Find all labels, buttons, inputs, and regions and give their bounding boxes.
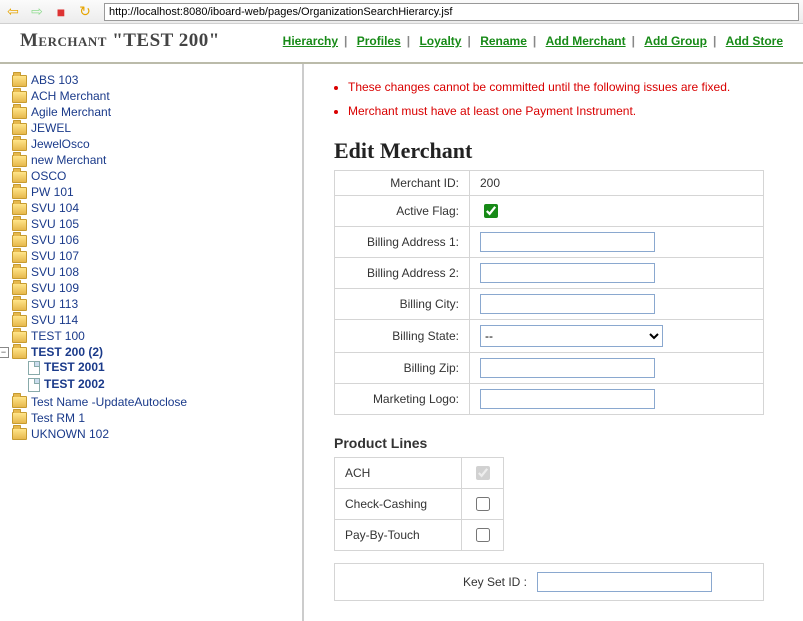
- billing-state-label: Billing State:: [335, 320, 470, 353]
- folder-icon: [12, 75, 27, 87]
- marketing-logo-label: Marketing Logo:: [335, 384, 470, 415]
- folder-icon: [12, 396, 27, 408]
- billing-addr2-input[interactable]: [480, 263, 655, 283]
- tree-item-selected[interactable]: TEST 200 (2): [31, 345, 103, 359]
- folder-icon: [12, 347, 27, 359]
- tree-item[interactable]: Test RM 1: [31, 411, 85, 425]
- billing-addr2-label: Billing Address 2:: [335, 258, 470, 289]
- billing-city-label: Billing City:: [335, 289, 470, 320]
- forward-icon[interactable]: ⇨: [28, 3, 46, 21]
- product-line-pay-by-touch-checkbox[interactable]: [476, 528, 490, 542]
- tree-item[interactable]: SVU 106: [31, 233, 79, 247]
- nav-add-store[interactable]: Add Store: [726, 34, 783, 48]
- marketing-logo-input[interactable]: [480, 389, 655, 409]
- product-line-check-cashing-checkbox[interactable]: [476, 497, 490, 511]
- folder-icon: [12, 251, 27, 263]
- billing-city-input[interactable]: [480, 294, 655, 314]
- billing-zip-label: Billing Zip:: [335, 353, 470, 384]
- folder-icon: [12, 219, 27, 231]
- tree-item[interactable]: ABS 103: [31, 73, 78, 87]
- org-tree: ABS 103 ACH Merchant Agile Merchant JEWE…: [0, 64, 304, 621]
- nav-hierarchy[interactable]: Hierarchy: [283, 34, 338, 48]
- tree-item[interactable]: TEST 100: [31, 329, 85, 343]
- tree-item[interactable]: TEST 2001: [44, 360, 105, 374]
- reload-icon[interactable]: ↻: [76, 3, 94, 21]
- tree-item[interactable]: PW 101: [31, 185, 74, 199]
- tree-item[interactable]: SVU 105: [31, 217, 79, 231]
- folder-icon: [12, 428, 27, 440]
- tree-item[interactable]: SVU 104: [31, 201, 79, 215]
- stop-icon[interactable]: ■: [52, 3, 70, 21]
- tree-item[interactable]: Test Name -UpdateAutoclose: [31, 395, 187, 409]
- nav-profiles[interactable]: Profiles: [357, 34, 401, 48]
- billing-addr1-input[interactable]: [480, 232, 655, 252]
- tree-item[interactable]: Agile Merchant: [31, 105, 111, 119]
- folder-icon: [12, 299, 27, 311]
- product-line-label: Check-Cashing: [335, 489, 462, 520]
- tree-item[interactable]: new Merchant: [31, 153, 106, 167]
- tree-item[interactable]: JewelOsco: [31, 137, 90, 151]
- tree-item[interactable]: UKNOWN 102: [31, 427, 109, 441]
- tree-item[interactable]: SVU 114: [31, 313, 78, 327]
- billing-zip-input[interactable]: [480, 358, 655, 378]
- tree-collapse-icon[interactable]: −: [0, 347, 9, 358]
- folder-icon: [12, 412, 27, 424]
- folder-icon: [12, 123, 27, 135]
- main-content: These changes cannot be committed until …: [304, 64, 803, 621]
- active-flag-label: Active Flag:: [335, 196, 470, 227]
- page-header: Merchant "TEST 200" Hierarchy| Profiles|…: [0, 24, 803, 64]
- product-line-label: Pay-By-Touch: [335, 520, 462, 551]
- tree-item[interactable]: SVU 113: [31, 297, 78, 311]
- tree-item[interactable]: SVU 108: [31, 265, 79, 279]
- folder-icon: [12, 235, 27, 247]
- billing-addr1-label: Billing Address 1:: [335, 227, 470, 258]
- browser-toolbar: ⇦ ⇨ ■ ↻: [0, 0, 803, 24]
- product-lines-title: Product Lines: [334, 435, 785, 451]
- error-message: These changes cannot be committed until …: [348, 80, 785, 94]
- folder-icon: [12, 91, 27, 103]
- keyset-id-input[interactable]: [537, 572, 712, 592]
- folder-icon: [12, 267, 27, 279]
- file-icon: [28, 378, 40, 392]
- folder-icon: [12, 187, 27, 199]
- folder-icon: [12, 171, 27, 183]
- billing-state-select[interactable]: --: [480, 325, 663, 347]
- back-icon[interactable]: ⇦: [4, 3, 22, 21]
- folder-icon: [12, 107, 27, 119]
- folder-icon: [12, 331, 27, 343]
- product-lines-table: ACH Check-Cashing Pay-By-Touch: [334, 457, 504, 551]
- tree-item[interactable]: SVU 109: [31, 281, 79, 295]
- tree-item[interactable]: ACH Merchant: [31, 89, 110, 103]
- header-nav: Hierarchy| Profiles| Loyalty| Rename| Ad…: [283, 34, 783, 48]
- nav-loyalty[interactable]: Loyalty: [419, 34, 461, 48]
- folder-icon: [12, 203, 27, 215]
- merchant-id-value: 200: [470, 171, 764, 196]
- url-input[interactable]: [104, 3, 799, 21]
- edit-merchant-title: Edit Merchant: [334, 138, 785, 164]
- tree-item[interactable]: TEST 2002: [44, 377, 105, 391]
- tree-item[interactable]: SVU 107: [31, 249, 79, 263]
- folder-icon: [12, 283, 27, 295]
- page-title: Merchant "TEST 200": [20, 30, 220, 52]
- keyset-row: Key Set ID :: [334, 563, 764, 601]
- nav-rename[interactable]: Rename: [480, 34, 527, 48]
- folder-icon: [12, 155, 27, 167]
- merchant-id-label: Merchant ID:: [335, 171, 470, 196]
- tree-item[interactable]: JEWEL: [31, 121, 71, 135]
- active-flag-checkbox[interactable]: [484, 204, 498, 218]
- product-line-ach-checkbox: [476, 466, 490, 480]
- nav-add-group[interactable]: Add Group: [644, 34, 707, 48]
- folder-icon: [12, 139, 27, 151]
- nav-add-merchant[interactable]: Add Merchant: [546, 34, 626, 48]
- error-message: Merchant must have at least one Payment …: [348, 104, 785, 118]
- folder-icon: [12, 315, 27, 327]
- tree-item[interactable]: OSCO: [31, 169, 66, 183]
- error-list: These changes cannot be committed until …: [348, 80, 785, 118]
- file-icon: [28, 361, 40, 375]
- keyset-id-label: Key Set ID :: [347, 575, 527, 589]
- product-line-label: ACH: [335, 458, 462, 489]
- edit-merchant-form: Merchant ID: 200 Active Flag: Billing Ad…: [334, 170, 764, 415]
